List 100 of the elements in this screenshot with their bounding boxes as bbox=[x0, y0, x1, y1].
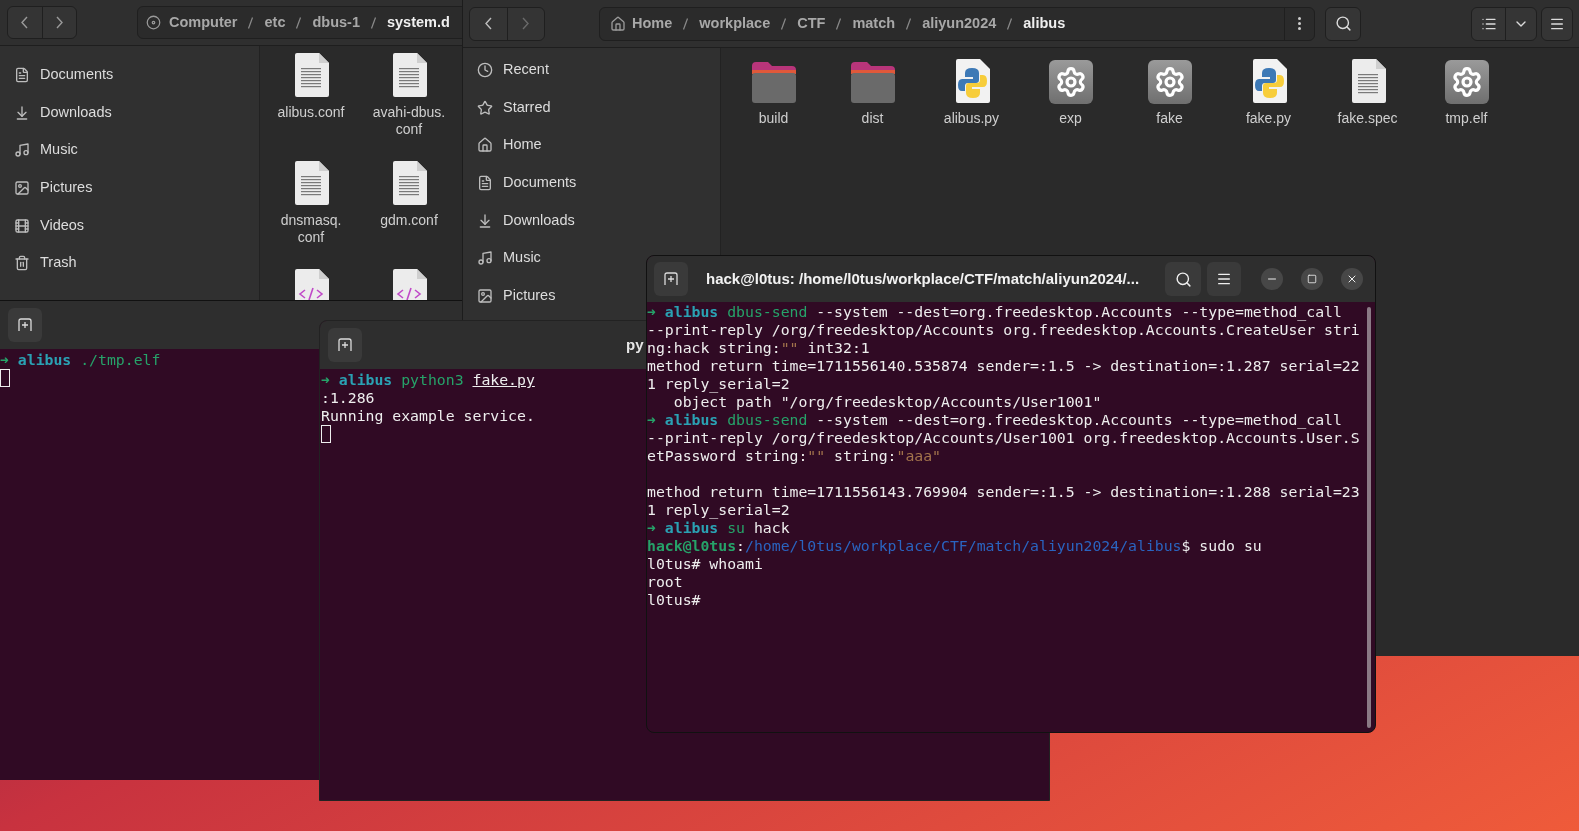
close-icon bbox=[1346, 273, 1358, 285]
sidebar-item[interactable]: Documents bbox=[477, 164, 583, 202]
image-icon bbox=[14, 179, 30, 196]
menu-button[interactable] bbox=[1207, 262, 1241, 296]
file-name[interactable]: build bbox=[758, 110, 789, 127]
sidebar-item[interactable]: Pictures bbox=[14, 169, 99, 207]
terminal-line: object path "/org/freedesktop/Accounts/User1001" bbox=[672, 393, 1102, 411]
sidebar-item[interactable]: Home bbox=[477, 126, 548, 165]
path-crumb[interactable]: CTF bbox=[797, 12, 826, 35]
terminal-line: l0tus# bbox=[647, 591, 701, 609]
sidebar-item[interactable]: Downloads bbox=[477, 201, 581, 240]
path-separator-icon bbox=[1007, 17, 1013, 30]
terminal-line: etPassword string:"" string:"aaa" bbox=[647, 447, 941, 465]
sidebar-item[interactable]: Trash bbox=[14, 244, 83, 283]
file-name[interactable]: fake bbox=[1156, 110, 1183, 127]
home-icon bbox=[477, 137, 493, 154]
terminal-line: hack@l0tus:/home/l0tus/workplace/CTF/match/aliyun2024/alibus$ sudo su bbox=[647, 537, 1262, 555]
sidebar-item[interactable]: Starred bbox=[477, 88, 557, 127]
terminal-line: method return time=1711556140.535874 sender=:1.5 -> destination=:1.287 serial=22 bbox=[647, 357, 1360, 375]
file-name[interactable]: gdm.conf bbox=[380, 212, 438, 229]
gear-icon bbox=[1147, 60, 1192, 104]
new-tab-button[interactable] bbox=[654, 262, 688, 296]
path-crumb[interactable]: dbus-1 bbox=[312, 11, 360, 34]
download-icon bbox=[14, 104, 30, 121]
sidebar-item[interactable]: Music bbox=[477, 239, 547, 278]
sidebar-item[interactable]: Music bbox=[14, 131, 84, 170]
path-crumb[interactable]: Computer bbox=[169, 11, 238, 34]
forward-icon bbox=[55, 16, 63, 29]
text-file-icon bbox=[292, 52, 330, 98]
terminal-line: 1 reply_serial=2 bbox=[647, 375, 790, 393]
sidebar-item[interactable]: Videos bbox=[14, 206, 91, 245]
new-tab-icon bbox=[17, 318, 33, 332]
text-file-icon bbox=[292, 160, 330, 206]
path-separator-icon bbox=[371, 16, 376, 29]
window-title: hack@l0tus: /home/l0tus/workplace/CTF/match/aliyun2024/... bbox=[706, 268, 1140, 289]
clock-icon bbox=[477, 61, 493, 78]
terminal-line: ➜ alibus python3 fake.py bbox=[321, 371, 535, 389]
more-icon bbox=[1298, 17, 1301, 30]
terminal-line: --print-reply /org/freedesktop/Accounts/User1001 org.freedesktop.Accounts.User.S bbox=[647, 429, 1360, 447]
search-button[interactable] bbox=[1165, 262, 1201, 296]
film-icon bbox=[14, 217, 30, 234]
close-button[interactable] bbox=[1341, 268, 1363, 290]
maximize-button[interactable] bbox=[1301, 268, 1323, 290]
file-name[interactable]: dnsmasq. conf bbox=[280, 212, 342, 246]
path-crumb[interactable]: system.d bbox=[387, 11, 450, 34]
path-bar[interactable]: Home workplace CTF match aliyun2024 alibus bbox=[599, 6, 1315, 41]
gear-icon bbox=[1048, 60, 1093, 104]
terminal-line: Running example service. bbox=[321, 407, 535, 425]
new-tab-icon bbox=[337, 338, 353, 352]
path-crumb[interactable]: aliyun2024 bbox=[922, 12, 997, 35]
sidebar-item[interactable]: Recent bbox=[477, 51, 555, 89]
search-icon bbox=[1174, 270, 1192, 288]
terminal-line: :1.286 bbox=[321, 389, 375, 407]
text-cursor bbox=[0, 369, 10, 387]
terminal-line: ng:hack string:"" int32:1 bbox=[647, 339, 870, 357]
music-note-icon bbox=[14, 142, 30, 159]
image-icon bbox=[477, 287, 493, 304]
file-name[interactable]: tmp.elf bbox=[1445, 110, 1488, 127]
file-name[interactable]: alibus.py bbox=[943, 110, 1000, 127]
path-separator-icon bbox=[836, 17, 842, 30]
file-name[interactable]: dist bbox=[861, 110, 884, 127]
sidebar-item[interactable]: Downloads bbox=[14, 93, 118, 132]
menu-icon bbox=[1216, 271, 1232, 287]
sidebar-item[interactable]: Documents bbox=[14, 56, 120, 94]
path-crumb[interactable]: alibus bbox=[1023, 12, 1066, 35]
terminal-line: ➜ alibus dbus-send --system --dest=org.freedesktop.Accounts --type=method_call bbox=[647, 303, 1342, 321]
file-name[interactable]: avahi-dbus. conf bbox=[372, 104, 446, 138]
back-icon bbox=[484, 17, 492, 30]
path-crumb[interactable]: workplace bbox=[699, 12, 771, 35]
gear-icon bbox=[1444, 60, 1489, 104]
new-tab-button[interactable] bbox=[328, 328, 362, 362]
new-tab-button[interactable] bbox=[8, 308, 42, 342]
path-crumb[interactable]: etc bbox=[264, 11, 286, 34]
scrollbar[interactable] bbox=[1367, 307, 1371, 728]
file-name[interactable]: fake.py bbox=[1245, 110, 1292, 127]
path-crumb[interactable]: Home bbox=[632, 12, 673, 35]
disk-icon bbox=[146, 15, 161, 30]
file-name[interactable]: alibus.conf bbox=[277, 104, 345, 121]
terminal-line: l0tus# whoami bbox=[647, 555, 763, 573]
sidebar-item[interactable]: Pictures bbox=[477, 277, 562, 315]
terminal-line: method return time=1711556143.769904 sender=:1.5 -> destination=:1.288 serial=23 bbox=[647, 483, 1360, 501]
folder-icon bbox=[749, 60, 798, 104]
minimize-button[interactable] bbox=[1261, 268, 1283, 290]
search-icon bbox=[1334, 15, 1352, 32]
path-separator-icon bbox=[296, 16, 302, 29]
file-name[interactable]: fake.spec bbox=[1337, 110, 1398, 127]
path-separator-icon bbox=[781, 17, 787, 30]
maximize-icon bbox=[1307, 274, 1317, 284]
file-name[interactable]: exp bbox=[1059, 110, 1082, 127]
document-icon bbox=[14, 66, 30, 83]
menu-button[interactable] bbox=[1541, 6, 1573, 41]
path-separator-icon bbox=[248, 16, 254, 29]
path-crumb[interactable]: match bbox=[852, 12, 896, 35]
back-icon bbox=[21, 16, 29, 29]
terminal-line: ➜ alibus su hack bbox=[647, 519, 790, 537]
star-icon bbox=[477, 99, 493, 116]
text-file-icon bbox=[390, 52, 428, 98]
search-button[interactable] bbox=[1325, 6, 1361, 41]
path-bar[interactable]: Computer etc dbus-1 system.d bbox=[137, 6, 464, 39]
path-separator-icon bbox=[906, 17, 912, 30]
